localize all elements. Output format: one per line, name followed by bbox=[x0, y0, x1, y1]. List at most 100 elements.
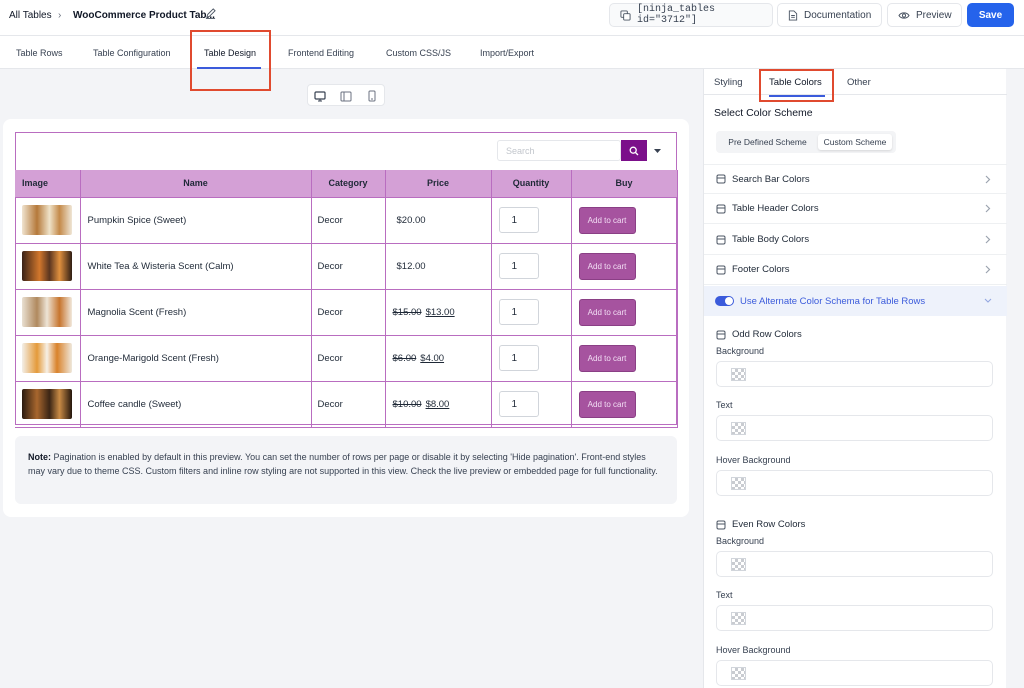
product-name: Coffee candle (Sweet) bbox=[80, 381, 312, 428]
price-current: $4.00 bbox=[420, 352, 445, 364]
panel-section-icon bbox=[716, 174, 726, 184]
even-text-color-picker[interactable] bbox=[716, 605, 993, 631]
table-row: White Tea & Wisteria Scent (Calm) Decor … bbox=[15, 243, 678, 290]
preview-label: Preview bbox=[916, 9, 952, 21]
shortcode-text: [ninja_tables id="3712"] bbox=[637, 4, 716, 26]
panel-section-icon bbox=[716, 265, 726, 275]
header-quantity: Quantity bbox=[491, 170, 572, 198]
chevron-right-icon bbox=[985, 175, 991, 184]
table-row: Magnolia Scent (Fresh) Decor $15.00 $13.0… bbox=[15, 289, 678, 336]
documentation-button[interactable]: Documentation bbox=[777, 3, 882, 27]
product-name: Orange-Marigold Scent (Fresh) bbox=[80, 335, 312, 382]
quantity-input[interactable]: 1 bbox=[498, 253, 539, 279]
add-to-cart-button[interactable]: Add to cart bbox=[578, 344, 636, 372]
even-row-colors-heading: Even Row Colors bbox=[716, 519, 805, 530]
odd-hover-background-label: Hover Background bbox=[716, 455, 791, 465]
add-to-cart-button[interactable]: Add to cart bbox=[578, 206, 636, 234]
tab-frontend-editing[interactable]: Frontend Editing bbox=[288, 48, 354, 58]
product-category: Decor bbox=[311, 335, 386, 382]
even-text-label: Text bbox=[716, 590, 733, 600]
add-to-cart-button[interactable]: Add to cart bbox=[578, 252, 636, 280]
tab-table-configuration[interactable]: Table Configuration bbox=[93, 48, 171, 58]
panel-tab-divider bbox=[704, 94, 1007, 95]
quantity-input[interactable]: 1 bbox=[498, 299, 539, 325]
top-bar: All Tables › WooCommerce Product Tab... … bbox=[0, 0, 1024, 36]
breadcrumb-all-tables[interactable]: All Tables bbox=[9, 10, 52, 21]
header-name: Name bbox=[80, 170, 312, 198]
price-old: $6.00 bbox=[392, 352, 417, 364]
accordion-table-body-colors[interactable]: Table Body Colors bbox=[704, 225, 1007, 255]
product-table: Image Name Category Price Quantity Buy P… bbox=[15, 170, 678, 428]
highlight-box-table-design bbox=[190, 30, 271, 91]
odd-text-color-picker[interactable] bbox=[716, 415, 993, 441]
tab-other[interactable]: Other bbox=[847, 77, 871, 88]
product-category: Decor bbox=[311, 289, 386, 336]
accordion-search-bar-colors[interactable]: Search Bar Colors bbox=[704, 164, 1007, 194]
search-icon bbox=[629, 146, 639, 156]
odd-row-colors-title: Odd Row Colors bbox=[732, 329, 802, 340]
odd-background-color-picker[interactable] bbox=[716, 361, 993, 387]
even-hover-background-color-picker[interactable] bbox=[716, 660, 993, 686]
chevron-right-icon bbox=[985, 204, 991, 213]
transparent-swatch bbox=[731, 667, 746, 680]
tab-table-rows[interactable]: Table Rows bbox=[16, 48, 63, 58]
header-category: Category bbox=[311, 170, 386, 198]
product-price: $12.00 bbox=[385, 243, 492, 290]
custom-scheme-option[interactable]: Custom Scheme bbox=[818, 134, 892, 150]
table-row: Coffee candle (Sweet) Decor $10.00 $8.00 … bbox=[15, 381, 678, 428]
product-image bbox=[22, 297, 72, 327]
price-old: $10.00 bbox=[392, 398, 422, 410]
settings-panel: Styling Table Colors Other Select Color … bbox=[703, 69, 1007, 688]
price-current: $20.00 bbox=[396, 214, 426, 226]
header-image: Image bbox=[15, 170, 81, 198]
search-input[interactable]: Search bbox=[497, 140, 621, 161]
quantity-input[interactable]: 1 bbox=[498, 391, 539, 417]
save-button[interactable]: Save bbox=[967, 3, 1014, 27]
alternate-colors-toggle[interactable] bbox=[715, 296, 734, 306]
even-hover-background-label: Hover Background bbox=[716, 645, 791, 655]
transparent-swatch bbox=[731, 612, 746, 625]
price-current: $12.00 bbox=[396, 260, 426, 272]
alternate-row-colors-toggle-row[interactable]: Use Alternate Color Schema for Table Row… bbox=[704, 286, 1007, 316]
preview-button[interactable]: Preview bbox=[887, 3, 962, 27]
device-switcher bbox=[307, 84, 385, 106]
tab-custom-css-js[interactable]: Custom CSS/JS bbox=[386, 48, 451, 58]
mobile-icon[interactable] bbox=[364, 88, 380, 104]
predefined-scheme-option[interactable]: Pre Defined Scheme bbox=[720, 134, 815, 150]
product-price: $15.00 $13.00 bbox=[385, 289, 492, 336]
panel-section-icon bbox=[716, 235, 726, 245]
alternate-colors-label: Use Alternate Color Schema for Table Row… bbox=[740, 295, 926, 307]
add-to-cart-button[interactable]: Add to cart bbox=[578, 390, 636, 418]
product-name: Magnolia Scent (Fresh) bbox=[80, 289, 312, 336]
header-buy: Buy bbox=[571, 170, 678, 198]
price-old: $15.00 bbox=[392, 306, 422, 318]
search-button[interactable] bbox=[621, 140, 647, 161]
color-scheme-title: Select Color Scheme bbox=[714, 107, 813, 119]
eye-icon bbox=[898, 11, 910, 20]
pencil-icon[interactable] bbox=[205, 8, 216, 19]
pagination-note: Note: Pagination is enabled by default i… bbox=[15, 436, 677, 504]
tab-styling[interactable]: Styling bbox=[714, 77, 743, 88]
add-to-cart-button[interactable]: Add to cart bbox=[578, 298, 636, 326]
tablet-icon[interactable] bbox=[338, 88, 354, 104]
section-label: Table Header Colors bbox=[732, 203, 819, 214]
main-tabs: Table Rows Table Configuration Table Des… bbox=[0, 36, 1024, 69]
quantity-input[interactable]: 1 bbox=[498, 207, 539, 233]
tab-import-export[interactable]: Import/Export bbox=[480, 48, 534, 58]
accordion-footer-colors[interactable]: Footer Colors bbox=[704, 255, 1007, 285]
desktop-icon[interactable] bbox=[312, 88, 328, 104]
product-price: $10.00 $8.00 bbox=[385, 381, 492, 428]
table-title: WooCommerce Product Tab... bbox=[73, 10, 215, 21]
price-current: $8.00 bbox=[425, 398, 450, 410]
shortcode-copy-button[interactable]: [ninja_tables id="3712"] bbox=[609, 3, 773, 27]
product-category: Decor bbox=[311, 381, 386, 428]
table-row: Pumpkin Spice (Sweet) Decor $20.00 1 Add… bbox=[15, 197, 678, 244]
note-text: Pagination is enabled by default in this… bbox=[28, 452, 658, 476]
search-filter-dropdown[interactable] bbox=[647, 140, 667, 161]
even-background-color-picker[interactable] bbox=[716, 551, 993, 577]
quantity-input[interactable]: 1 bbox=[498, 345, 539, 371]
transparent-swatch bbox=[731, 368, 746, 381]
accordion-table-header-colors[interactable]: Table Header Colors bbox=[704, 194, 1007, 224]
panel-section-icon bbox=[716, 330, 726, 340]
odd-hover-background-color-picker[interactable] bbox=[716, 470, 993, 496]
